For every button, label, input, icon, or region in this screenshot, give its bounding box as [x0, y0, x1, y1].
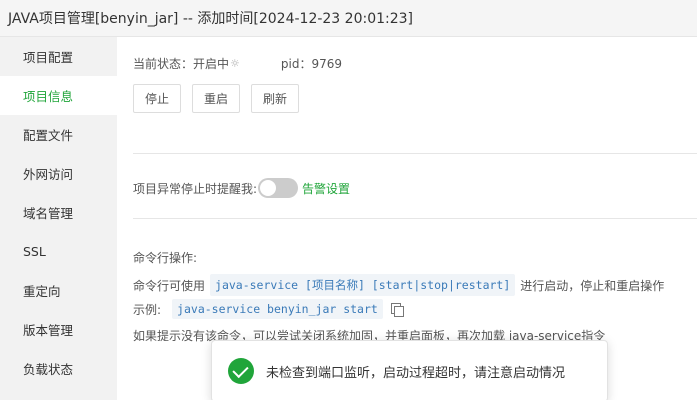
- cli-example-code: java-service benyin_jar start: [172, 299, 383, 319]
- toast-message: 未检查到端口监听，启动过程超时，请注意启动情况: [266, 365, 566, 381]
- divider: [133, 153, 697, 154]
- loading-spinner-icon: ☼: [230, 57, 240, 70]
- sidebar-item-redirect[interactable]: 重定向: [0, 271, 117, 310]
- cli-example-label: 示例:: [133, 302, 162, 317]
- restart-button[interactable]: 重启: [192, 84, 241, 113]
- success-check-icon: [228, 358, 254, 384]
- refresh-button[interactable]: 刷新: [251, 84, 300, 113]
- alarm-toggle[interactable]: [258, 178, 299, 198]
- sidebar-item-config-file[interactable]: 配置文件: [0, 115, 117, 154]
- alarm-settings-link[interactable]: 告警设置: [302, 180, 350, 197]
- sidebar-item-project-config[interactable]: 项目配置: [0, 37, 117, 76]
- sidebar-item-ssl[interactable]: SSL: [0, 232, 117, 271]
- action-buttons: 停止 重启 刷新: [133, 84, 300, 113]
- status-label: 当前状态：: [133, 57, 194, 71]
- sidebar-nav: 项目配置 项目信息 配置文件 外网访问 域名管理 SSL 重定向 版本管理 负载…: [0, 37, 117, 400]
- pid-value: 9769: [311, 56, 343, 71]
- toggle-knob: [260, 180, 277, 196]
- cli-example-line: 示例: java-service benyin_jar start: [133, 299, 404, 319]
- sidebar-item-load-status[interactable]: 负载状态: [0, 349, 117, 388]
- cli-usage-suffix: 进行启动，停止和重启操作: [520, 278, 665, 293]
- copy-icon[interactable]: [390, 303, 404, 317]
- toast-notification: 未检查到端口监听，启动过程超时，请注意启动情况: [211, 340, 608, 400]
- cli-usage-code: java-service [项目名称] [start|stop|restart]: [210, 274, 516, 296]
- sidebar-item-domain-management[interactable]: 域名管理: [0, 193, 117, 232]
- stop-button[interactable]: 停止: [133, 84, 182, 113]
- alarm-row: 项目异常停止时提醒我: 告警设置: [133, 178, 350, 198]
- window-title: JAVA项目管理[benyin_jar] -- 添加时间[2024-12-23 …: [0, 0, 697, 37]
- status-value: 开启中: [193, 57, 230, 71]
- status-line: 当前状态： 开启中 ☼ pid： 9769: [133, 55, 342, 72]
- cli-section-title: 命令行操作:: [133, 251, 198, 265]
- sidebar-item-project-info[interactable]: 项目信息: [0, 76, 117, 115]
- pid-label: pid：: [280, 57, 312, 71]
- divider: [133, 218, 697, 219]
- cli-usage-line: 命令行可使用 java-service [项目名称] [start|stop|r…: [133, 274, 664, 296]
- cli-usage-prefix: 命令行可使用: [133, 278, 206, 293]
- sidebar-item-version-management[interactable]: 版本管理: [0, 310, 117, 349]
- sidebar-item-external-access[interactable]: 外网访问: [0, 154, 117, 193]
- alarm-label: 项目异常停止时提醒我:: [133, 181, 258, 196]
